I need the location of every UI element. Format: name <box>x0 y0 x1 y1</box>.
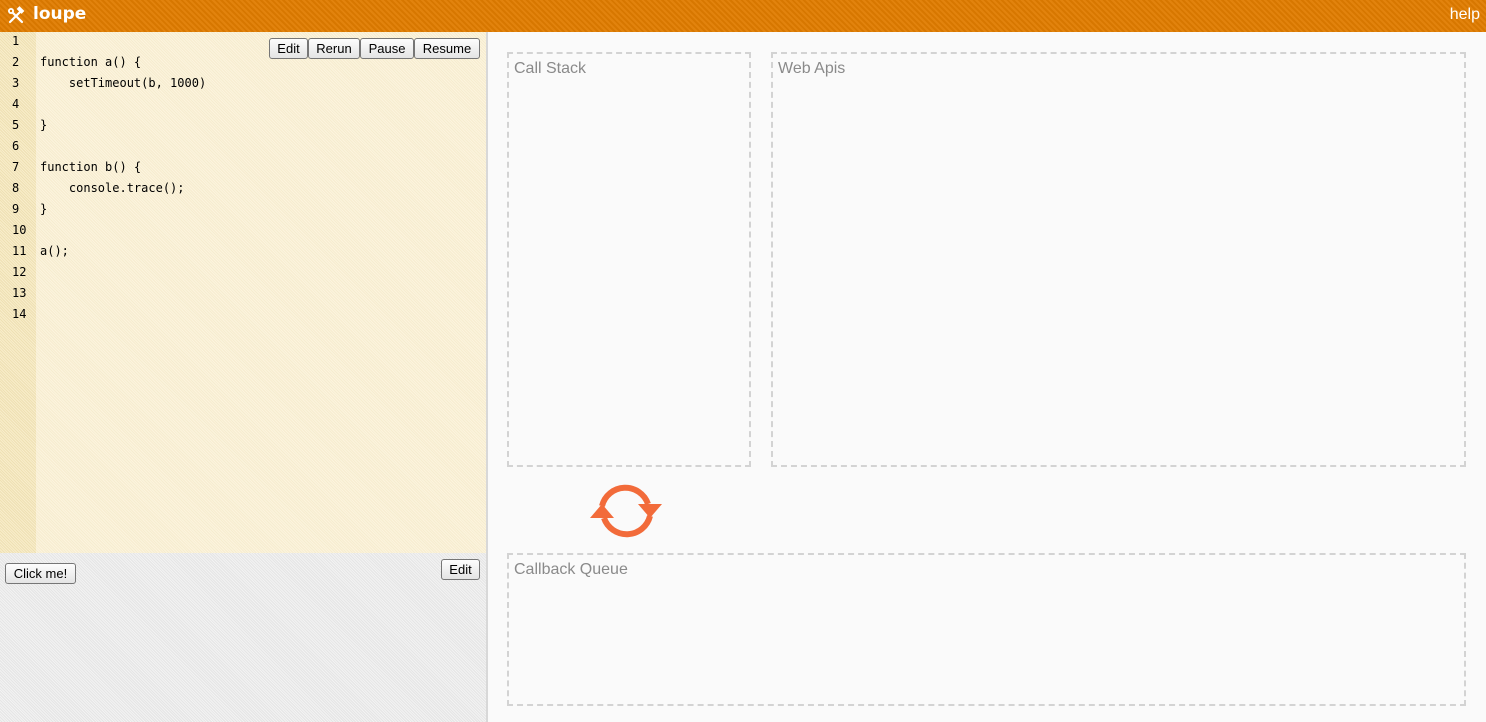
code-line: 7 function b() { <box>0 158 486 179</box>
call-stack-panel: Call Stack <box>507 52 751 467</box>
line-text: } <box>40 118 48 132</box>
line-text: } <box>40 202 48 216</box>
code-line: 4 <box>0 95 486 116</box>
line-number: 7 <box>12 160 20 174</box>
line-number: 2 <box>12 55 20 69</box>
event-loop-icon <box>590 484 662 538</box>
edit-html-button[interactable]: Edit <box>441 559 480 580</box>
hammer-wrench-icon <box>8 6 25 24</box>
line-number: 4 <box>12 97 20 111</box>
app-title: loupe <box>33 4 87 24</box>
line-text: function a() { <box>40 55 142 69</box>
line-number: 13 <box>12 286 27 300</box>
code-line: 14 <box>0 305 486 326</box>
code-editor[interactable]: 1 2 function a() { 3 setTimeout(b, 1000) … <box>0 32 486 553</box>
code-line: 6 <box>0 137 486 158</box>
line-number: 10 <box>12 223 27 237</box>
code-line: 12 <box>0 263 486 284</box>
line-number: 11 <box>12 244 27 258</box>
edit-code-button[interactable]: Edit <box>269 38 308 59</box>
call-stack-title: Call Stack <box>514 60 587 77</box>
web-apis-title: Web Apis <box>778 60 846 77</box>
line-number: 1 <box>12 34 20 48</box>
code-line: 3 setTimeout(b, 1000) <box>0 74 486 95</box>
line-number: 9 <box>12 202 20 216</box>
line-text: setTimeout(b, 1000) <box>40 76 207 90</box>
pause-button[interactable]: Pause <box>360 38 414 59</box>
code-line: 10 <box>0 221 486 242</box>
code-line: 13 <box>0 284 486 305</box>
line-number: 8 <box>12 181 20 195</box>
html-preview-panel: Click me! Edit <box>0 553 486 722</box>
help-link[interactable]: help <box>1450 6 1480 24</box>
code-line: 5} <box>0 116 486 137</box>
web-apis-panel: Web Apis <box>771 52 1466 467</box>
code-area[interactable]: 1 2 function a() { 3 setTimeout(b, 1000) … <box>0 32 486 326</box>
line-number: 3 <box>12 76 20 90</box>
line-number: 5 <box>12 118 20 132</box>
line-number: 12 <box>12 265 27 279</box>
line-text: a(); <box>40 244 69 258</box>
rerun-button[interactable]: Rerun <box>308 38 360 59</box>
line-text: function b() { <box>40 160 142 174</box>
panel-divider[interactable] <box>486 32 488 722</box>
resume-button[interactable]: Resume <box>414 38 480 59</box>
line-text: console.trace(); <box>40 181 185 195</box>
line-number: 14 <box>12 307 27 321</box>
click-me-button[interactable]: Click me! <box>5 563 76 584</box>
top-bar: loupe help <box>0 0 1486 32</box>
line-number: 6 <box>12 139 20 153</box>
callback-queue-title: Callback Queue <box>514 561 628 578</box>
code-line: 9} <box>0 200 486 221</box>
callback-queue-panel: Callback Queue <box>507 553 1466 706</box>
code-line: 11 a(); <box>0 242 486 263</box>
code-line: 8 console.trace(); <box>0 179 486 200</box>
